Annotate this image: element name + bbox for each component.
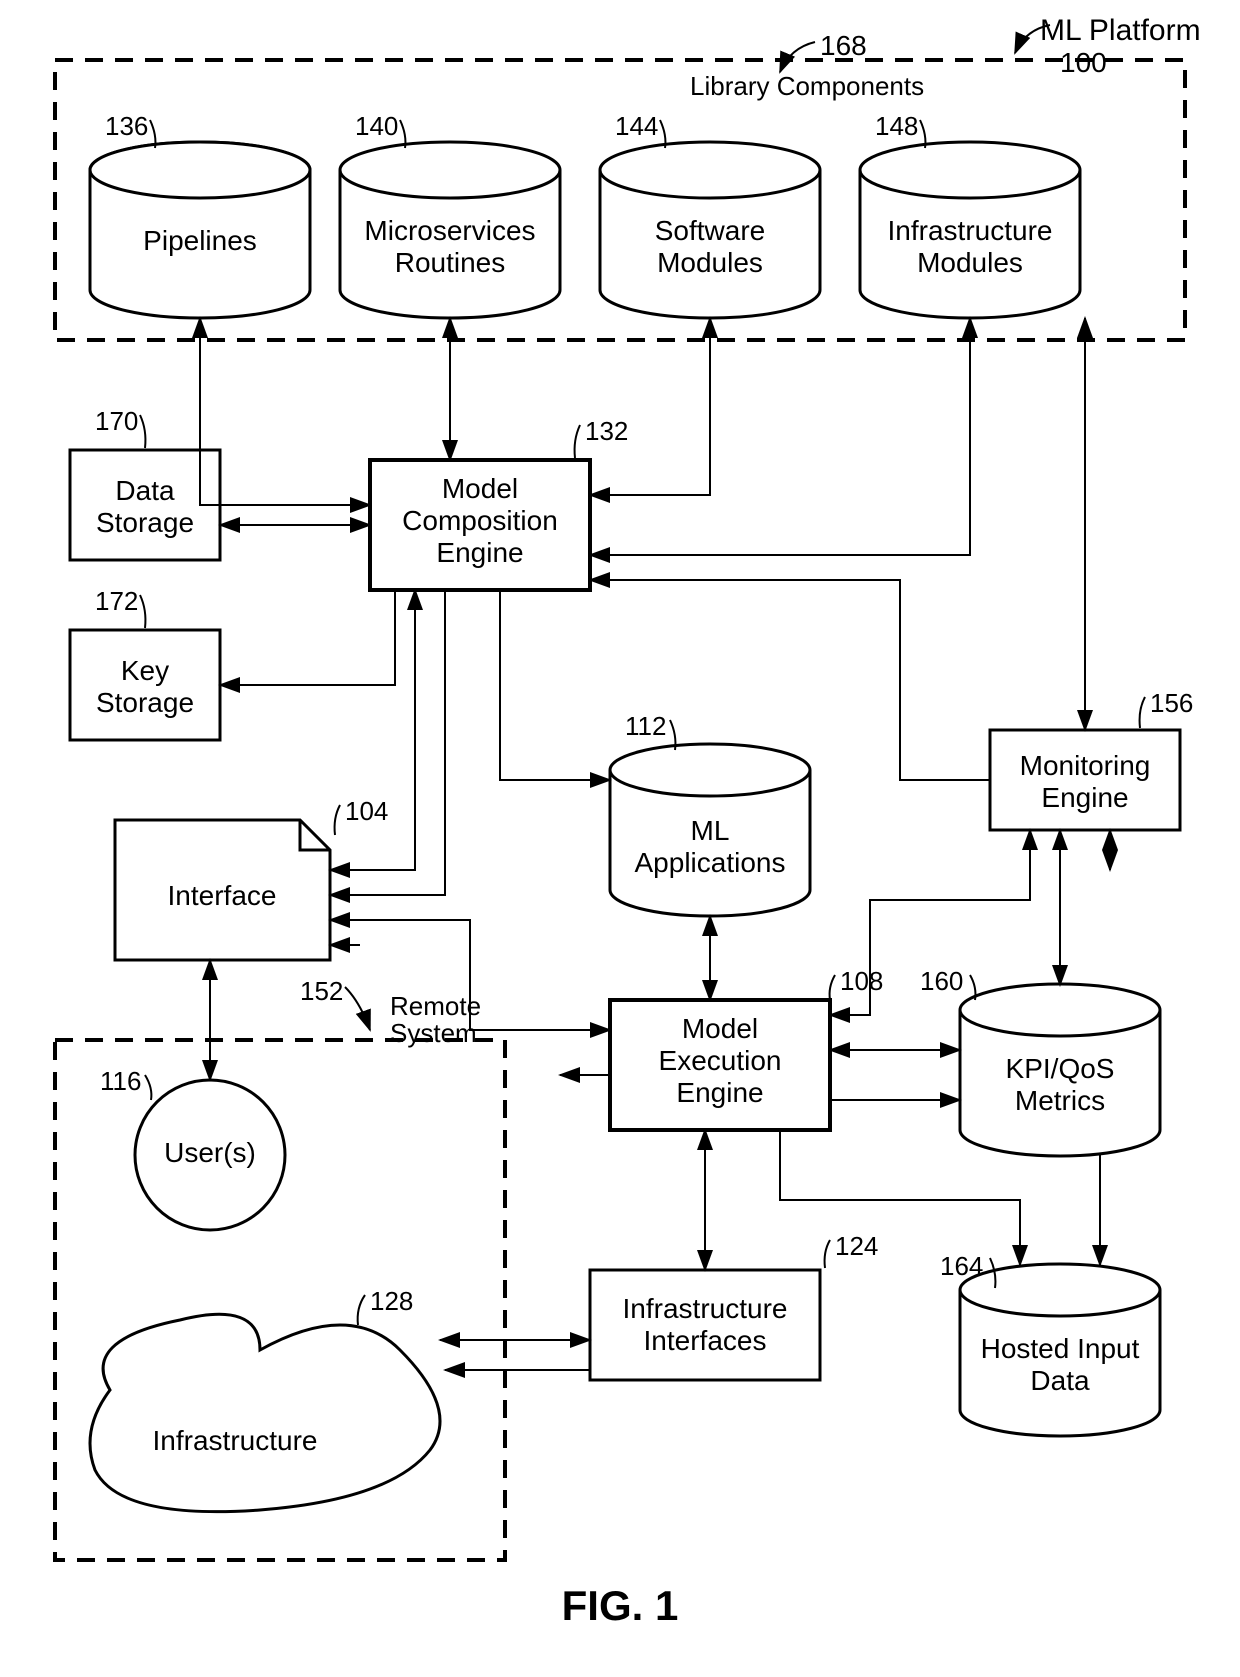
svg-text:Interface: Interface (168, 880, 277, 911)
microservices-cylinder: Microservices Routines (340, 142, 560, 318)
library-ref: 168 (820, 30, 867, 61)
data-storage-l1: Data (115, 475, 175, 506)
model-comp-l3: Engine (436, 537, 523, 568)
remote-l1: Remote (390, 991, 481, 1021)
interface-ref: 104 (345, 796, 388, 826)
monitoring-l1: Monitoring (1020, 750, 1151, 781)
infra-modules-ref: 148 (875, 111, 918, 141)
figure-caption: FIG. 1 (562, 1582, 679, 1629)
svg-text:KPI/QoS: KPI/QoS (1006, 1053, 1115, 1084)
remote-ref: 152 (300, 976, 343, 1006)
infra-modules-cylinder: Infrastructure Modules (860, 142, 1080, 318)
svg-text:Infrastructure: Infrastructure (888, 215, 1053, 246)
svg-text:Modules: Modules (657, 247, 763, 278)
interface-doc: Interface (115, 820, 330, 960)
kpi-cylinder: KPI/QoS Metrics (960, 984, 1160, 1156)
ml-apps-cylinder: ML Applications (610, 744, 810, 916)
monitoring-ref: 156 (1150, 688, 1193, 718)
svg-text:Software: Software (655, 215, 766, 246)
hosted-input-ref: 164 (940, 1251, 983, 1281)
model-comp-l1: Model (442, 473, 518, 504)
key-storage-l2: Storage (96, 687, 194, 718)
ml-platform-title: ML Platform (1040, 14, 1201, 47)
pipelines-cylinder: Pipelines (90, 142, 310, 318)
ml-platform-ref: 100 (1060, 47, 1107, 78)
svg-text:Routines: Routines (395, 247, 506, 278)
model-exec-l3: Engine (676, 1077, 763, 1108)
hosted-input-cylinder: Hosted Input Data (960, 1264, 1160, 1436)
model-exec-l2: Execution (659, 1045, 782, 1076)
software-modules-ref: 144 (615, 111, 658, 141)
users-ref: 116 (100, 1066, 141, 1096)
pipelines-ref: 136 (105, 111, 148, 141)
svg-text:Metrics: Metrics (1015, 1085, 1105, 1116)
model-exec-ref: 108 (840, 966, 883, 996)
data-storage-ref: 170 (95, 406, 138, 436)
infra-blob (90, 1314, 440, 1511)
infra-blob-label: Infrastructure (153, 1425, 318, 1456)
microservices-ref: 140 (355, 111, 398, 141)
infra-ifaces-ref: 124 (835, 1231, 878, 1261)
ml-apps-ref: 112 (625, 711, 666, 741)
library-label: Library Components (690, 71, 924, 101)
infra-blob-ref: 128 (370, 1286, 413, 1316)
kpi-ref: 160 (920, 966, 963, 996)
svg-text:ML: ML (691, 815, 730, 846)
svg-text:Applications: Applications (635, 847, 786, 878)
infra-ifaces-l1: Infrastructure (623, 1293, 788, 1324)
monitoring-l2: Engine (1041, 782, 1128, 813)
svg-text:Microservices: Microservices (364, 215, 535, 246)
software-modules-cylinder: Software Modules (600, 142, 820, 318)
model-comp-ref: 132 (585, 416, 628, 446)
svg-text:Modules: Modules (917, 247, 1023, 278)
svg-text:Data: Data (1030, 1365, 1090, 1396)
remote-l2: System (390, 1018, 477, 1048)
key-storage-ref: 172 (95, 586, 138, 616)
svg-text:Pipelines: Pipelines (143, 225, 257, 256)
model-comp-l2: Composition (402, 505, 558, 536)
key-storage-l1: Key (121, 655, 169, 686)
users-label: User(s) (164, 1137, 256, 1168)
data-storage-l2: Storage (96, 507, 194, 538)
model-exec-l1: Model (682, 1013, 758, 1044)
infra-ifaces-l2: Interfaces (644, 1325, 767, 1356)
svg-text:Hosted Input: Hosted Input (981, 1333, 1140, 1364)
